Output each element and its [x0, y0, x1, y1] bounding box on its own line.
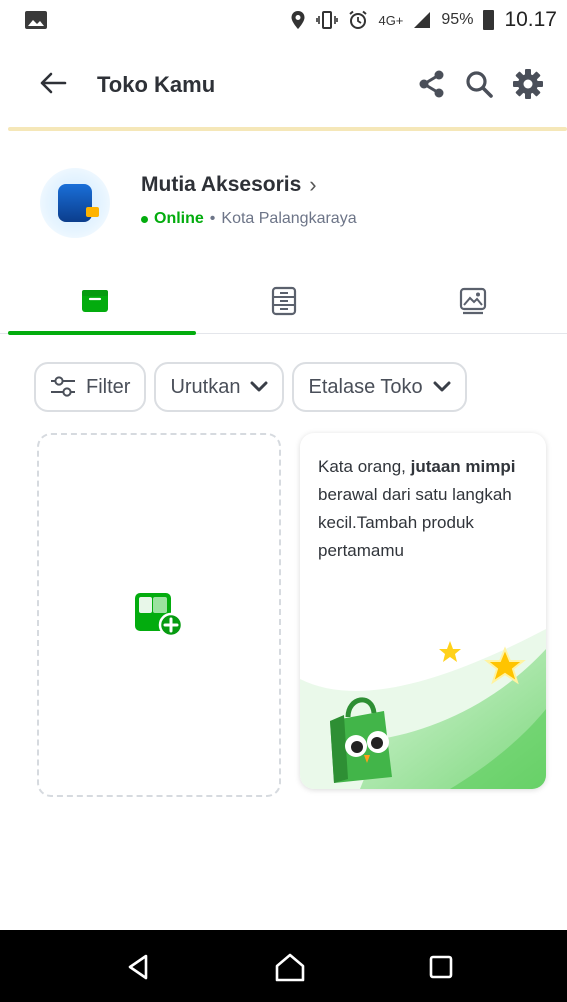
gear-icon [513, 69, 543, 99]
system-nav-bar [0, 930, 567, 1002]
shop-logo [58, 184, 99, 222]
add-product-card[interactable] [37, 433, 281, 797]
settings-button[interactable] [510, 66, 546, 102]
shop-avatar[interactable] [40, 168, 110, 238]
gallery-icon [459, 287, 486, 315]
chevron-down-icon [250, 381, 268, 392]
back-triangle-icon [128, 954, 148, 980]
app-bar: Toko Kamu [0, 52, 567, 116]
sort-dropdown[interactable]: Urutkan [154, 362, 285, 412]
nav-recents-button[interactable] [421, 950, 461, 984]
back-arrow-icon [40, 72, 67, 94]
online-dot-icon [141, 215, 148, 223]
filter-button[interactable]: Filter [34, 362, 147, 412]
network-type: 4G+ [378, 12, 404, 28]
alarm-icon [349, 10, 368, 29]
signal-icon [414, 12, 431, 28]
battery-icon [483, 10, 495, 30]
sort-label: Urutkan [170, 375, 241, 398]
share-icon [419, 70, 444, 98]
share-button[interactable] [414, 66, 450, 102]
battery-percent: 95% [441, 11, 474, 28]
location-icon [291, 11, 305, 29]
tab-gallery[interactable] [378, 268, 567, 334]
shop-tabs [0, 268, 567, 334]
online-status: Online [154, 210, 204, 227]
nav-home-button[interactable] [270, 950, 310, 984]
mascot-illustration [300, 629, 546, 789]
catalog-list-icon [271, 286, 296, 316]
showcase-dropdown[interactable]: Etalase Toko [292, 362, 467, 412]
meta-separator: • [209, 210, 216, 227]
tab-catalog[interactable] [189, 268, 378, 334]
home-icon [275, 953, 305, 982]
status-bar: 4G+ 95% 10.17 [0, 0, 567, 40]
search-button[interactable] [461, 66, 497, 102]
nav-back-button[interactable] [118, 950, 158, 984]
tab-products[interactable] [0, 268, 189, 334]
clock: 10.17 [504, 8, 557, 31]
shop-meta: Online • Kota Palangkaraya [141, 210, 357, 228]
shop-name-link[interactable]: Mutia Aksesoris › [141, 172, 317, 198]
recents-icon [429, 955, 453, 979]
page-title: Toko Kamu [97, 72, 216, 97]
shop-location: Kota Palangkaraya [221, 210, 357, 227]
vibrate-icon [316, 11, 339, 29]
status-icons: 4G+ 95% 10.17 [290, 8, 557, 32]
image-icon [25, 11, 47, 29]
shop-name: Mutia Aksesoris [141, 173, 302, 196]
active-tab-indicator [8, 331, 196, 335]
promo-message: Kata orang, jutaan mimpi berawal dari sa… [318, 457, 516, 560]
chevron-right-icon: › [309, 172, 317, 197]
back-button[interactable] [36, 66, 70, 100]
search-icon [466, 71, 493, 98]
add-product-icon [135, 593, 184, 638]
storefront-icon [81, 290, 108, 312]
sliders-icon [51, 376, 75, 397]
promo-card: Kata orang, jutaan mimpi berawal dari sa… [300, 433, 546, 789]
header-divider [8, 127, 567, 131]
chevron-down-icon [433, 381, 451, 392]
filter-bar: Filter Urutkan Etalase Toko [34, 362, 467, 412]
filter-label: Filter [86, 375, 131, 398]
showcase-label: Etalase Toko [308, 375, 423, 398]
